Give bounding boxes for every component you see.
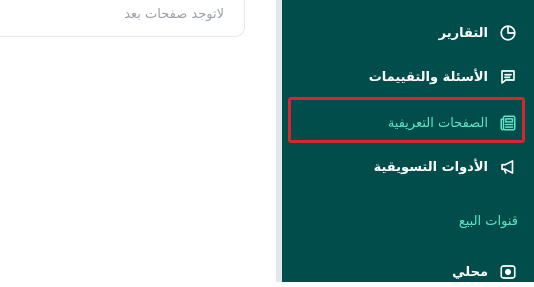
megaphone-icon	[498, 157, 518, 177]
pie-chart-icon	[498, 23, 518, 43]
sidebar-item-label: الأدوات التسويقية	[373, 159, 488, 175]
empty-state-card: لاتوجد صفحات بعد	[0, 0, 245, 37]
sidebar-item-reports[interactable]: التقارير	[439, 18, 518, 48]
sidebar-item-marketing-tools[interactable]: الأدوات التسويقية	[374, 152, 518, 182]
sidebar-item-label: الأسئلة والتقييمات	[368, 69, 488, 85]
sidebar-item-landing-pages[interactable]: الصفحات التعريفية	[388, 108, 518, 138]
sidebar-item-label: محلي	[452, 264, 488, 280]
comment-icon	[498, 67, 518, 87]
sidebar-item-questions-reviews[interactable]: الأسئلة والتقييمات	[369, 62, 518, 92]
newspaper-icon	[498, 113, 518, 133]
sidebar-item-local[interactable]: محلي	[452, 257, 518, 287]
sidebar: التقارير الأسئلة والتقييمات الصفحات التع…	[282, 0, 534, 282]
main-content: لاتوجد صفحات بعد	[0, 0, 276, 282]
sidebar-item-label: الصفحات التعريفية	[387, 115, 488, 131]
sidebar-item-label: التقارير	[438, 25, 488, 41]
sales-channels-heading: قنوات البيع	[458, 214, 518, 229]
empty-state-text: لاتوجد صفحات بعد	[124, 7, 224, 22]
store-icon	[498, 262, 518, 282]
